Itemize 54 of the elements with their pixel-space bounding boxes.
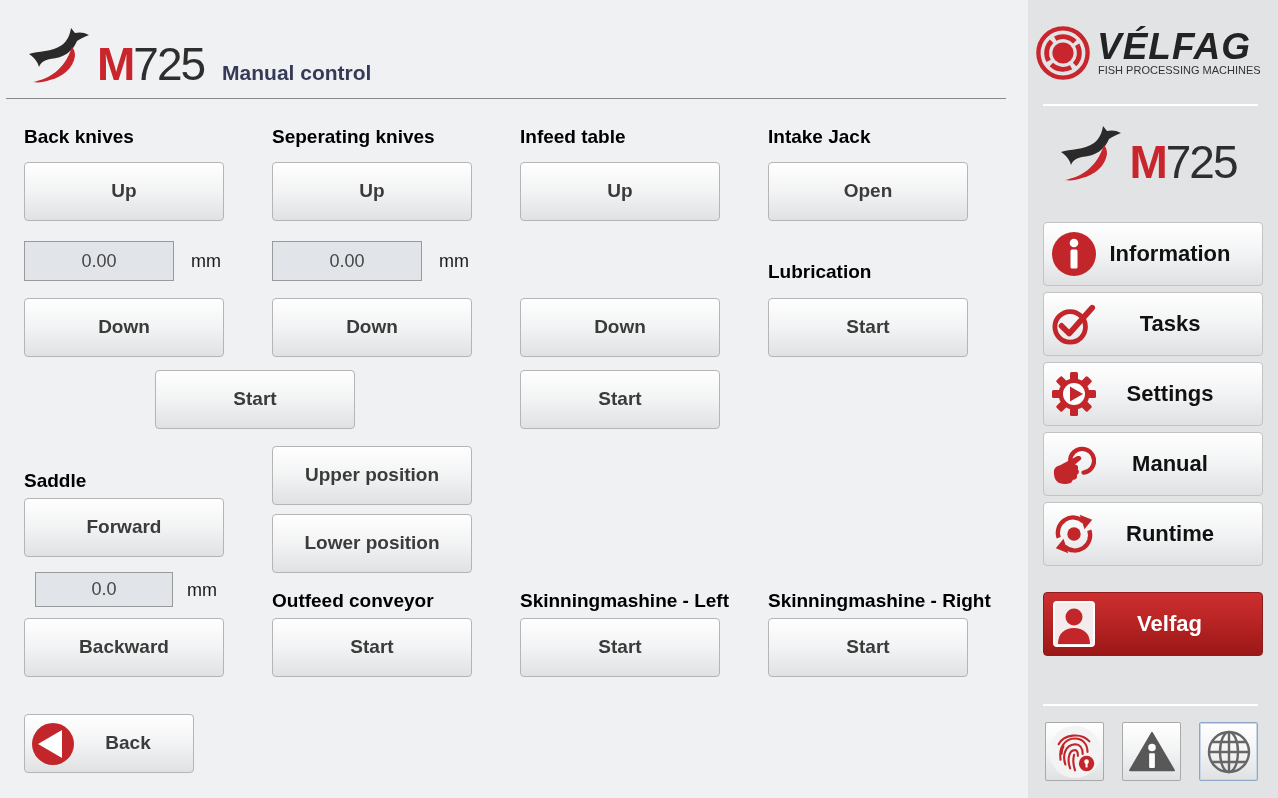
section-label: Lubrication xyxy=(768,261,872,283)
control-button[interactable]: Up xyxy=(272,162,472,221)
section-label: Back knives xyxy=(24,126,134,148)
control-button[interactable]: Down xyxy=(272,298,472,357)
logo-text: M725 xyxy=(97,41,205,87)
position-field[interactable]: 0.0 xyxy=(35,572,173,607)
avatar-icon xyxy=(1053,601,1095,647)
unit-label: mm xyxy=(439,250,469,272)
check-circle-icon xyxy=(1052,302,1096,346)
language-button[interactable] xyxy=(1199,722,1258,781)
manual-button[interactable]: Manual xyxy=(1043,432,1263,496)
control-button[interactable]: Up xyxy=(24,162,224,221)
control-button[interactable]: Down xyxy=(520,298,720,357)
unit-label: mm xyxy=(187,578,217,601)
position-field[interactable]: 0.00 xyxy=(24,241,174,281)
unit-label: mm xyxy=(191,250,221,272)
section-label: Infeed table xyxy=(520,126,626,148)
fingerprint-button[interactable] xyxy=(1045,722,1104,781)
section-label: Intake Jack xyxy=(768,126,871,148)
warning-info-icon xyxy=(1128,731,1175,772)
control-button[interactable]: Start xyxy=(520,370,720,429)
control-button[interactable]: Start xyxy=(520,618,720,677)
info-icon xyxy=(1052,232,1096,276)
control-button[interactable]: Start xyxy=(272,618,472,677)
control-button[interactable]: Start xyxy=(768,618,968,677)
control-button[interactable]: Start xyxy=(155,370,355,429)
user-button[interactable]: Velfag xyxy=(1043,592,1263,656)
control-button[interactable]: Backward xyxy=(24,618,224,677)
gear-icon xyxy=(1052,372,1096,416)
control-button[interactable]: Lower position xyxy=(272,514,472,573)
section-label: Outfeed conveyor xyxy=(272,590,434,612)
tasks-button[interactable]: Tasks xyxy=(1043,292,1263,356)
fingerprint-icon xyxy=(1048,725,1101,778)
position-field[interactable]: 0.00 xyxy=(272,241,422,281)
globe-icon xyxy=(1206,729,1251,774)
section-label: Saddle xyxy=(24,470,87,492)
logo-text: M725 xyxy=(1129,139,1237,185)
settings-button[interactable]: Settings xyxy=(1043,362,1263,426)
control-button[interactable]: Start xyxy=(768,298,968,357)
control-button[interactable]: Open xyxy=(768,162,968,221)
page-title: Manual control xyxy=(222,61,372,85)
control-button[interactable]: Down xyxy=(24,298,224,357)
control-button[interactable]: Upper position xyxy=(272,446,472,505)
back-button[interactable]: Back xyxy=(24,714,194,773)
circle-logo-icon xyxy=(1036,26,1090,80)
section-label: Skinningmashine - Right xyxy=(768,590,991,612)
brand-tagline: FISH PROCESSING MACHINES xyxy=(1098,64,1261,76)
control-button[interactable]: Up xyxy=(520,162,720,221)
warning-info-button[interactable] xyxy=(1122,722,1181,781)
section-label: Skinningmashine - Left xyxy=(520,590,730,612)
runtime-button[interactable]: Runtime xyxy=(1043,502,1263,566)
information-button[interactable]: Information xyxy=(1043,222,1263,286)
section-label: Seperating knives xyxy=(272,126,435,148)
control-button[interactable]: Forward xyxy=(24,498,224,557)
